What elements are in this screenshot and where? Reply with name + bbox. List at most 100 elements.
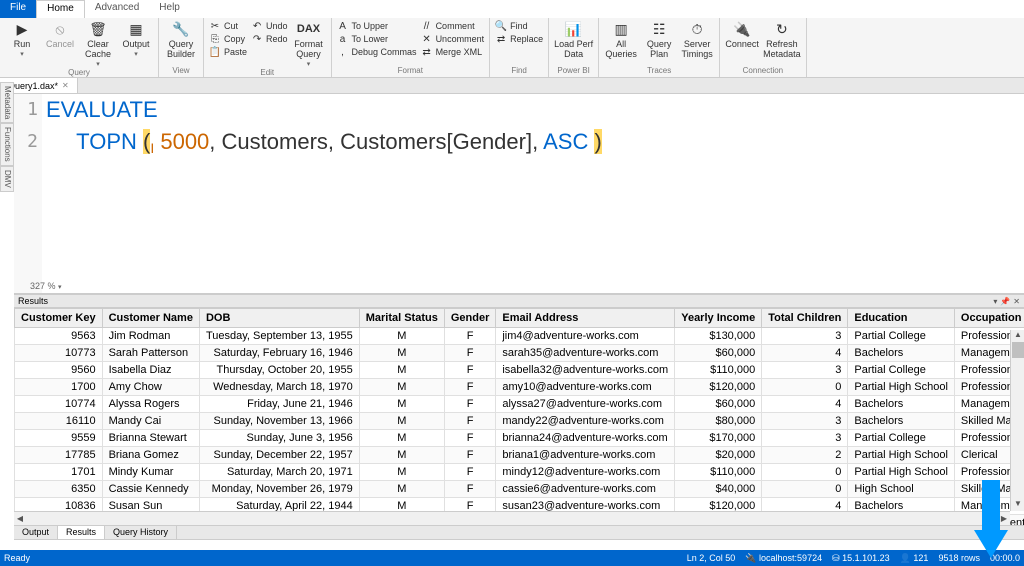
undo-icon: ↶: [251, 20, 263, 32]
status-ready: Ready: [4, 553, 687, 563]
group-label-format: Format: [337, 66, 485, 75]
close-icon[interactable]: ✕: [62, 81, 69, 90]
paste-button[interactable]: 📋Paste: [209, 46, 247, 58]
clear-cache-button[interactable]: 🗑Clear Cache▾: [81, 20, 115, 68]
column-header[interactable]: Marital Status: [359, 309, 444, 328]
table-cell: F: [444, 413, 496, 430]
status-version: ⛁ 15.1.101.23: [832, 553, 890, 564]
side-tab-functions[interactable]: Functions: [0, 123, 14, 166]
cancel-button[interactable]: ⦸Cancel: [43, 20, 77, 49]
cut-icon: ✂: [209, 20, 221, 32]
column-header[interactable]: Gender: [444, 309, 496, 328]
format-query-button[interactable]: DAXFormat Query▾: [292, 20, 326, 68]
table-cell: F: [444, 430, 496, 447]
table-row[interactable]: 9559Brianna StewartSunday, June 3, 1956M…: [15, 430, 1024, 447]
column-header[interactable]: Customer Key: [15, 309, 103, 328]
find-button[interactable]: 🔍Find: [495, 20, 543, 32]
comment-button[interactable]: //Comment: [421, 20, 485, 32]
query-builder-button[interactable]: 🔧Query Builder: [164, 20, 198, 59]
close-results-icon[interactable]: ✕: [1013, 297, 1020, 306]
table-cell: M: [359, 413, 444, 430]
debug-commas-button[interactable]: ,Debug Commas: [337, 46, 417, 58]
table-row[interactable]: 1701Mindy KumarSaturday, March 20, 1971M…: [15, 464, 1024, 481]
undo-button[interactable]: ↶Undo: [251, 20, 288, 32]
pin-icon2[interactable]: 📌: [1000, 297, 1010, 306]
side-tab-dmv[interactable]: DMV: [0, 166, 14, 192]
tab-results[interactable]: Results: [58, 526, 105, 539]
column-header[interactable]: Education: [848, 309, 955, 328]
table-row[interactable]: 16110Mandy CaiSunday, November 13, 1966M…: [15, 413, 1024, 430]
code-editor[interactable]: 12 EVALUATE TOPN (I 5000, Customers, Cus…: [14, 94, 1024, 294]
column-header[interactable]: Total Children: [762, 309, 848, 328]
table-row[interactable]: 17785Briana GomezSunday, December 22, 19…: [15, 447, 1024, 464]
scroll-up-icon[interactable]: ▲: [1011, 330, 1024, 342]
toupper-button[interactable]: ATo Upper: [337, 20, 417, 32]
menu-home[interactable]: Home: [36, 0, 85, 18]
menu-help[interactable]: Help: [149, 0, 190, 18]
table-cell: Alyssa Rogers: [102, 396, 199, 413]
connect-icon: 🔌: [733, 20, 751, 38]
group-label-find: Find: [495, 66, 543, 75]
table-row[interactable]: 1700Amy ChowWednesday, March 18, 1970MFa…: [15, 379, 1024, 396]
table-row[interactable]: 9560Isabella DiazThursday, October 20, 1…: [15, 362, 1024, 379]
text-cursor: I: [150, 140, 154, 156]
keyword-evaluate: EVALUATE: [46, 97, 158, 122]
refresh-metadata-button[interactable]: ↻Refresh Metadata: [763, 20, 801, 59]
redo-button[interactable]: ↷Redo: [251, 33, 288, 45]
ident-gender-col: Customers[Gender]: [340, 129, 532, 154]
table-row[interactable]: 9563Jim RodmanTuesday, September 13, 195…: [15, 328, 1024, 345]
connect-button[interactable]: 🔌Connect: [725, 20, 759, 49]
status-host: 🔌 localhost:59724: [745, 553, 822, 564]
all-queries-button[interactable]: ▥All Queries: [604, 20, 638, 59]
table-cell: Partial High School: [848, 464, 955, 481]
replace-button[interactable]: ⇄Replace: [495, 33, 543, 45]
menu-file[interactable]: File: [0, 0, 36, 18]
table-row[interactable]: 10774Alyssa RogersFriday, June 21, 1946M…: [15, 396, 1024, 413]
code-area[interactable]: EVALUATE TOPN (I 5000, Customers, Custom…: [42, 94, 1024, 293]
column-header[interactable]: Yearly Income: [675, 309, 762, 328]
column-header[interactable]: DOB: [199, 309, 359, 328]
table-row[interactable]: 6350Cassie KennedyMonday, November 26, 1…: [15, 481, 1024, 498]
upper-icon: A: [337, 20, 349, 32]
document-tabs: Query1.dax*✕: [0, 78, 1024, 94]
column-header[interactable]: Customer Name: [102, 309, 199, 328]
ribbon-group-format: ATo Upper aTo Lower ,Debug Commas //Comm…: [332, 18, 491, 77]
status-cursor-pos: Ln 2, Col 50: [687, 553, 736, 563]
tolower-button[interactable]: aTo Lower: [337, 33, 417, 45]
results-header: Results ▾📌✕: [14, 294, 1024, 308]
table-cell: 0: [762, 379, 848, 396]
lower-icon: a: [337, 33, 349, 45]
table-cell: 3: [762, 413, 848, 430]
ribbon-group-powerbi: 📊Load Perf Data Power BI: [549, 18, 599, 77]
column-header[interactable]: Email Address: [496, 309, 675, 328]
query-plan-button[interactable]: ☷Query Plan: [642, 20, 676, 59]
tab-output[interactable]: Output: [14, 526, 58, 539]
run-button[interactable]: ▶Run▾: [5, 20, 39, 58]
side-tab-metadata[interactable]: Metadata: [0, 82, 14, 123]
output-button[interactable]: ▦Output▾: [119, 20, 153, 58]
scroll-down-icon[interactable]: ▼: [1011, 499, 1024, 511]
column-header[interactable]: Occupation: [954, 309, 1024, 328]
find-icon: 🔍: [495, 20, 507, 32]
table-row[interactable]: 10773Sarah PattersonSaturday, February 1…: [15, 345, 1024, 362]
tab-history[interactable]: Query History: [105, 526, 177, 539]
zoom-indicator[interactable]: 327 % ▾: [30, 281, 62, 291]
table-cell: Mandy Cai: [102, 413, 199, 430]
group-label-view: View: [164, 66, 198, 75]
allq-icon: ▥: [612, 20, 630, 38]
horizontal-scrollbar[interactable]: ◀ ▶: [14, 511, 1010, 525]
load-perf-button[interactable]: 📊Load Perf Data: [554, 20, 593, 59]
pin-icon[interactable]: ▾: [993, 297, 997, 306]
vertical-scrollbar[interactable]: ▲ ▼: [1010, 330, 1024, 511]
uncomment-button[interactable]: ✕Uncomment: [421, 33, 485, 45]
table-cell: Sunday, November 13, 1966: [199, 413, 359, 430]
copy-button[interactable]: ⎘Copy: [209, 33, 247, 45]
table-cell: 3: [762, 362, 848, 379]
cut-button[interactable]: ✂Cut: [209, 20, 247, 32]
scroll-left-icon[interactable]: ◀: [14, 514, 26, 523]
server-timings-button[interactable]: ⏱Server Timings: [680, 20, 714, 59]
mergexml-button[interactable]: ⇄Merge XML: [421, 46, 485, 58]
scroll-thumb[interactable]: [1012, 342, 1024, 358]
table-cell: Partial High School: [848, 379, 955, 396]
menu-advanced[interactable]: Advanced: [85, 0, 149, 18]
